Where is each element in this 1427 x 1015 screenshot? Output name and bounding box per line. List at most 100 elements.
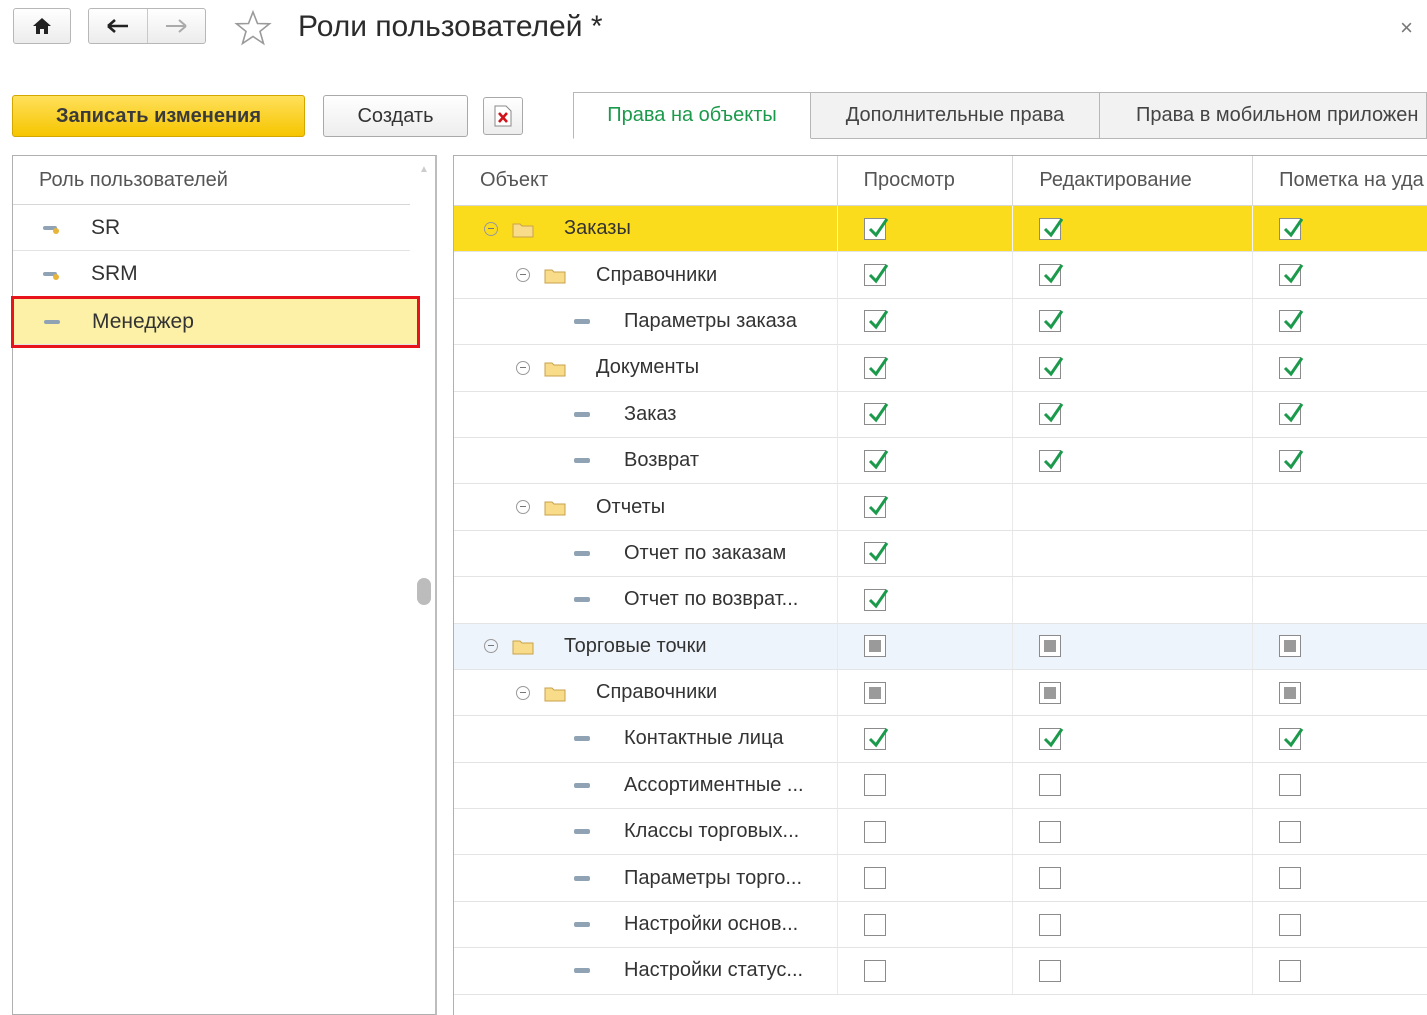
object-cell[interactable]: Справочники (454, 669, 838, 716)
collapse-icon[interactable] (516, 685, 530, 700)
object-cell[interactable]: Торговые точки (454, 623, 838, 669)
checkbox-checked[interactable] (1279, 310, 1304, 333)
collapse-icon[interactable] (516, 360, 530, 375)
checkbox-checked[interactable] (863, 542, 888, 565)
collapse-icon[interactable] (516, 500, 530, 515)
checkbox-unchecked[interactable] (1279, 867, 1302, 890)
role-item-srm[interactable]: SRM (13, 251, 410, 297)
create-button[interactable]: Создать (323, 95, 468, 137)
table-row[interactable]: Справочники (454, 252, 1427, 299)
checkbox-checked[interactable] (1039, 403, 1064, 426)
table-row[interactable]: Отчеты (454, 484, 1427, 531)
back-button[interactable] (89, 9, 147, 43)
checkbox-checked[interactable] (1279, 449, 1304, 472)
checkbox-checked[interactable] (1279, 356, 1304, 379)
table-row[interactable]: Параметры торго... (454, 855, 1427, 902)
table-row[interactable]: Настройки статус... (454, 948, 1427, 995)
collapse-icon[interactable] (516, 268, 530, 283)
table-row[interactable]: Заказы (454, 206, 1427, 253)
table-row[interactable]: Документы (454, 345, 1427, 392)
forward-button[interactable] (146, 9, 206, 43)
table-row[interactable]: Справочники (454, 669, 1427, 717)
checkbox-unchecked[interactable] (863, 913, 886, 936)
checkbox-checked[interactable] (1279, 403, 1304, 426)
checkbox-checked[interactable] (1039, 449, 1064, 472)
object-cell[interactable]: Параметры заказа (454, 298, 838, 345)
object-cell[interactable]: Отчеты (454, 484, 838, 530)
table-row[interactable]: Отчет по возврат... (454, 577, 1427, 624)
checkbox-unchecked[interactable] (1279, 774, 1302, 797)
scroll-up-arrow[interactable]: ▲ (417, 164, 431, 178)
table-row[interactable]: Настройки основ... (454, 901, 1427, 949)
checkbox-checked[interactable] (863, 449, 888, 472)
role-item-manager[interactable]: Менеджер (11, 296, 420, 348)
checkbox-checked[interactable] (863, 264, 888, 287)
table-row[interactable]: Возврат (454, 437, 1427, 485)
tab-mobile-rights[interactable]: Права в мобильном приложен (1100, 92, 1427, 139)
checkbox-partial[interactable] (1039, 635, 1062, 658)
object-cell[interactable]: Возврат (454, 437, 838, 484)
column-header-object[interactable]: Объект (454, 156, 838, 205)
table-row[interactable]: Классы торговых... (454, 809, 1427, 856)
tab-additional-rights[interactable]: Дополнительные права (811, 92, 1100, 139)
object-cell[interactable]: Справочники (454, 252, 838, 298)
object-cell[interactable]: Классы торговых... (454, 809, 838, 855)
object-cell[interactable]: Ассортиментные ... (454, 762, 838, 809)
home-button[interactable] (13, 8, 71, 44)
checkbox-checked[interactable] (863, 588, 888, 611)
column-header-view[interactable]: Просмотр (838, 156, 1014, 205)
checkbox-partial[interactable] (863, 635, 886, 658)
checkbox-checked[interactable] (1039, 356, 1064, 379)
checkbox-checked[interactable] (1039, 217, 1064, 240)
close-icon[interactable]: × (1400, 15, 1413, 41)
table-row[interactable]: Торговые точки (454, 623, 1427, 670)
checkbox-checked[interactable] (863, 310, 888, 333)
checkbox-checked[interactable] (863, 727, 888, 750)
checkbox-checked[interactable] (1039, 310, 1064, 333)
tab-object-rights[interactable]: Права на объекты (573, 92, 811, 139)
collapse-icon[interactable] (484, 639, 498, 654)
checkbox-checked[interactable] (1039, 264, 1064, 287)
checkbox-partial[interactable] (1279, 681, 1302, 704)
object-cell[interactable]: Отчет по возврат... (454, 577, 838, 623)
checkbox-unchecked[interactable] (1279, 913, 1302, 936)
object-cell[interactable]: Параметры торго... (454, 855, 838, 901)
checkbox-unchecked[interactable] (863, 774, 886, 797)
checkbox-partial[interactable] (1039, 681, 1062, 704)
object-cell[interactable]: Настройки статус... (454, 948, 838, 994)
object-cell[interactable]: Документы (454, 345, 838, 391)
checkbox-checked[interactable] (1039, 727, 1064, 750)
checkbox-unchecked[interactable] (863, 867, 886, 890)
save-changes-button[interactable]: Записать изменения (12, 95, 305, 137)
delete-button[interactable] (483, 97, 523, 135)
checkbox-checked[interactable] (863, 403, 888, 426)
object-cell[interactable]: Заказ (454, 391, 838, 437)
object-cell[interactable]: Отчет по заказам (454, 530, 838, 577)
column-header-edit[interactable]: Редактирование (1013, 156, 1254, 205)
checkbox-unchecked[interactable] (1279, 959, 1302, 982)
table-row[interactable]: Ассортиментные ... (454, 762, 1427, 810)
checkbox-partial[interactable] (1279, 635, 1302, 658)
object-cell[interactable]: Контактные лица (454, 716, 838, 762)
table-row[interactable]: Параметры заказа (454, 298, 1427, 346)
checkbox-unchecked[interactable] (1039, 774, 1062, 797)
checkbox-partial[interactable] (863, 681, 886, 704)
checkbox-checked[interactable] (1279, 217, 1304, 240)
checkbox-checked[interactable] (1279, 727, 1304, 750)
checkbox-unchecked[interactable] (1039, 959, 1062, 982)
object-cell[interactable]: Настройки основ... (454, 901, 838, 948)
checkbox-unchecked[interactable] (863, 959, 886, 982)
collapse-icon[interactable] (484, 221, 498, 236)
table-row[interactable]: Отчет по заказам (454, 530, 1427, 578)
object-cell[interactable]: Заказы (454, 206, 838, 252)
scrollbar-thumb[interactable] (417, 578, 431, 605)
checkbox-checked[interactable] (863, 496, 888, 519)
table-row[interactable]: Контактные лица (454, 716, 1427, 763)
checkbox-checked[interactable] (863, 217, 888, 240)
favorite-star-icon[interactable] (234, 9, 272, 47)
checkbox-unchecked[interactable] (1279, 820, 1302, 843)
checkbox-unchecked[interactable] (1039, 913, 1062, 936)
checkbox-unchecked[interactable] (1039, 820, 1062, 843)
column-header-delete-mark[interactable]: Пометка на уда (1253, 156, 1427, 205)
table-row[interactable]: Заказ (454, 391, 1427, 438)
